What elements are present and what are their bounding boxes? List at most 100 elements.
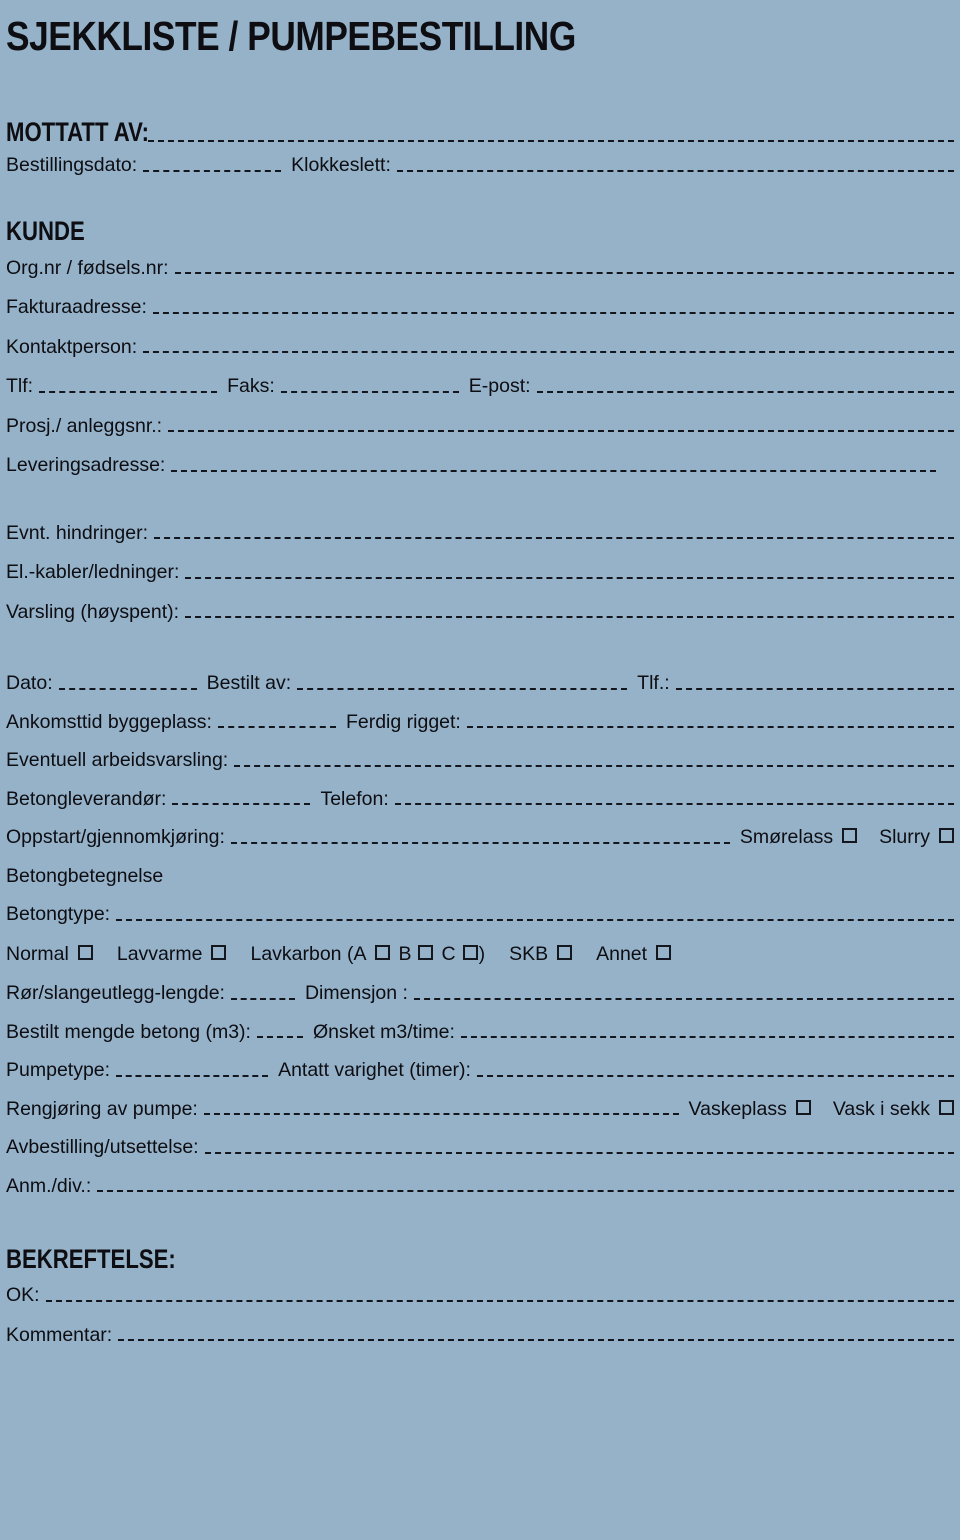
antatt-varighet-input-line[interactable] [476, 1074, 954, 1077]
tlf-label: Tlf: [6, 375, 34, 397]
epost-input-line[interactable] [536, 390, 954, 393]
lavvarme-label: Lavvarme [116, 942, 203, 965]
leveringsadresse-input-line[interactable] [171, 469, 936, 472]
section-heading-kunde: KUNDE [6, 215, 85, 246]
kontaktperson-input-line[interactable] [143, 350, 954, 353]
orgnr-label: Org.nr / fødsels.nr: [6, 256, 169, 279]
row-kunde-heading: KUNDE [6, 215, 954, 246]
normal-checkbox[interactable] [77, 944, 93, 960]
antatt-varighet-label: Antatt varighet (timer): [278, 1059, 471, 1081]
bestillingsdato-input-line[interactable] [143, 169, 282, 172]
bestilt-av-input-line[interactable] [297, 687, 628, 690]
varsling-hoyspent-input-line[interactable] [185, 615, 954, 618]
smorelass-checkbox[interactable] [842, 828, 858, 843]
row-ankomsttid: Ankomsttid byggeplass: Ferdig rigget: [6, 712, 954, 733]
vaskeplass-label: Vaskeplass [688, 1097, 787, 1120]
lavkarbon-c-label: C [441, 942, 456, 965]
ferdig-rigget-input-line[interactable] [466, 725, 954, 728]
lavkarbon-b-checkbox[interactable] [418, 944, 434, 960]
leveringsadresse-label: Leveringsadresse: [6, 454, 166, 476]
pumpetype-input-line[interactable] [116, 1074, 269, 1077]
slurry-label: Slurry [879, 826, 930, 848]
betongtype-input-line[interactable] [116, 918, 954, 921]
lavkarbon-b-label: B [398, 942, 412, 965]
orgnr-input-line[interactable] [174, 271, 954, 274]
el-kabler-label: El.-kabler/ledninger: [6, 561, 180, 583]
epost-label: E-post: [468, 375, 531, 397]
faks-input-line[interactable] [280, 390, 459, 393]
row-rengjoring: Rengjøring av pumpe: Vaskeplass Vask i s… [6, 1097, 954, 1120]
faks-label: Faks: [227, 375, 275, 397]
betong-telefon-label: Telefon: [320, 787, 389, 810]
kommentar-input-line[interactable] [118, 1338, 954, 1341]
row-pumpetype: Pumpetype: Antatt varighet (timer): [6, 1059, 954, 1081]
evnt-hindringer-input-line[interactable] [154, 536, 954, 539]
ok-input-line[interactable] [45, 1299, 954, 1302]
form-page: SJEKKLISTE / PUMPEBESTILLING MOTTATT AV:… [0, 0, 960, 1540]
ok-label: OK: [6, 1284, 40, 1306]
slurry-checkbox[interactable] [939, 828, 954, 843]
vaskeplass-checkbox[interactable] [795, 1099, 811, 1115]
rengjoring-input-line[interactable] [203, 1112, 679, 1115]
dimensjon-label: Dimensjon : [304, 982, 408, 1004]
row-varsling-hoyspent: Varsling (høyspent): [6, 602, 954, 623]
betongbetegnelse-label: Betongbetegnelse [6, 864, 164, 887]
betongtype-label: Betongtype: [6, 903, 111, 925]
betong-telefon-input-line[interactable] [394, 802, 954, 805]
fakturaadresse-input-line[interactable] [152, 311, 954, 314]
el-kabler-input-line[interactable] [185, 576, 954, 579]
dato-input-line[interactable] [58, 687, 197, 690]
row-arbeidsvarsling: Eventuell arbeidsvarsling: [6, 749, 954, 771]
arbeidsvarsling-label: Eventuell arbeidsvarsling: [6, 749, 229, 771]
row-anm-div: Anm./div.: [6, 1176, 954, 1197]
tlf-input-line[interactable] [39, 390, 218, 393]
row-leveringsadresse: Leveringsadresse: [6, 454, 936, 476]
bestilt-mengde-input-line[interactable] [256, 1035, 303, 1038]
lavkarbon-a-checkbox[interactable] [375, 944, 391, 960]
lavkarbon-a-label: Lavkarbon (A [250, 942, 367, 965]
skb-checkbox[interactable] [557, 944, 573, 960]
bestilling-tlf-input-line[interactable] [675, 687, 954, 690]
onsket-m3time-label: Ønsket m3/time: [312, 1020, 455, 1043]
row-bestillingsdato: Bestillingsdato: Klokkeslett: [6, 155, 954, 176]
row-tlf-faks-epost: Tlf: Faks: E-post: [6, 375, 954, 397]
arbeidsvarsling-input-line[interactable] [234, 764, 954, 767]
evnt-hindringer-label: Evnt. hindringer: [6, 521, 148, 544]
lavkarbon-c-checkbox[interactable] [462, 944, 478, 960]
prosj-anleggsnr-input-line[interactable] [168, 429, 954, 432]
anm-div-input-line[interactable] [97, 1189, 954, 1192]
dimensjon-input-line[interactable] [413, 997, 954, 1000]
onsket-m3time-input-line[interactable] [460, 1035, 954, 1038]
betongleverandor-label: Betongleverandør: [6, 787, 167, 810]
ror-slangeutlegg-input-line[interactable] [230, 997, 295, 1000]
mottatt-av-input-line[interactable] [148, 139, 954, 142]
section-heading-bekreftelse: BEKREFTELSE: [6, 1244, 176, 1274]
avbestilling-input-line[interactable] [204, 1151, 954, 1154]
klokkeslett-input-line[interactable] [396, 169, 954, 172]
kommentar-label: Kommentar: [6, 1323, 113, 1346]
row-bekreftelse-heading: BEKREFTELSE: [6, 1246, 954, 1273]
annet-checkbox[interactable] [656, 944, 672, 960]
betongleverandor-input-line[interactable] [172, 802, 311, 805]
oppstart-input-line[interactable] [230, 841, 730, 844]
vask-i-sekk-checkbox[interactable] [939, 1099, 954, 1115]
row-prosj-anleggsnr: Prosj./ anleggsnr.: [6, 416, 954, 437]
ankomsttid-input-line[interactable] [217, 725, 336, 728]
lavvarme-checkbox[interactable] [211, 944, 227, 960]
dato-label: Dato: [6, 672, 53, 694]
